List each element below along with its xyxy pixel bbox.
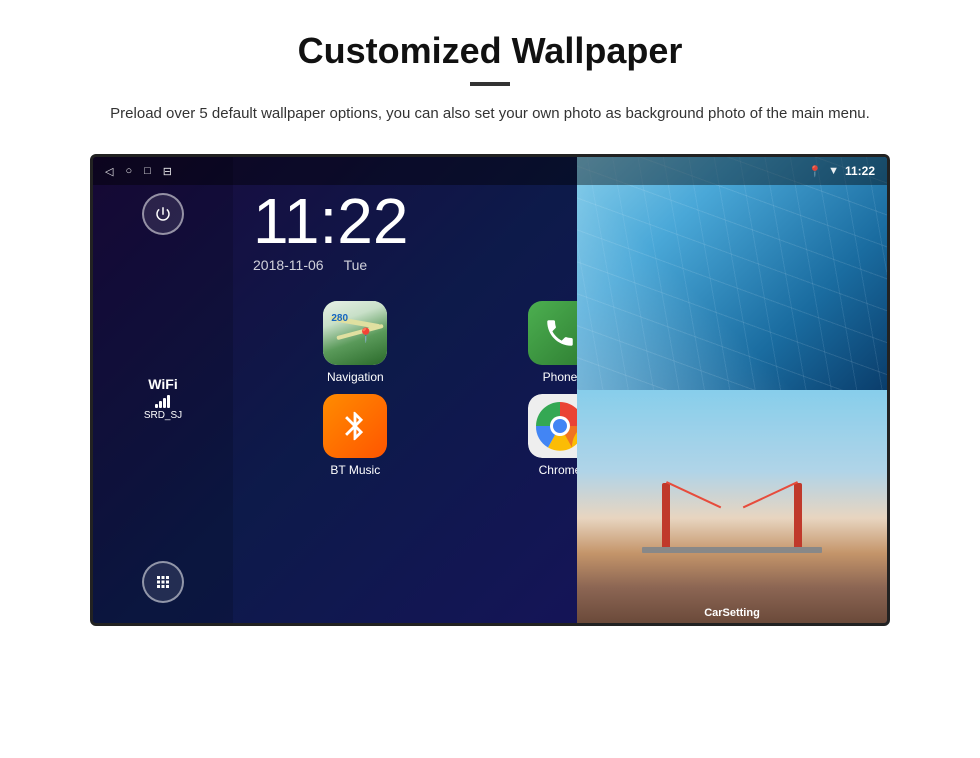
title-divider	[470, 82, 510, 86]
app-chrome-label: Chrome	[539, 463, 582, 477]
apps-button[interactable]	[142, 561, 184, 603]
page-title: Customized Wallpaper	[298, 30, 683, 72]
power-button[interactable]	[142, 193, 184, 235]
clock-day: Tue	[344, 257, 368, 273]
wallpaper-top-panel	[577, 157, 887, 390]
clock-date-row: 2018-11-06 Tue	[253, 257, 408, 273]
app-phone-label: Phone	[543, 370, 578, 384]
recent-icon[interactable]: □	[144, 165, 151, 177]
carsetting-label: CarSetting	[577, 607, 887, 619]
page-description: Preload over 5 default wallpaper options…	[110, 102, 870, 126]
bridge-structure	[632, 473, 832, 553]
app-navigation[interactable]: 280 📍 Navigation	[253, 301, 458, 384]
status-bar-right: 📍 ▼ 11:22	[808, 164, 875, 178]
home-icon[interactable]: ○	[125, 165, 132, 177]
wifi-widget: WiFi SRD_SJ	[144, 376, 182, 421]
wallpaper-bottom-panel: CarSetting	[577, 390, 887, 623]
clock-date: 2018-11-06	[253, 257, 324, 273]
wifi-icon: ▼	[828, 165, 839, 177]
screenshot-icon[interactable]: ⊟	[163, 165, 172, 178]
wallpaper-panels: CarSetting	[577, 157, 887, 623]
wifi-ssid: SRD_SJ	[144, 410, 182, 421]
app-navigation-label: Navigation	[327, 370, 384, 384]
app-bt-music[interactable]: BT Music	[253, 394, 458, 477]
android-screen: ◁ ○ □ ⊟ 📍 ▼ 11:22 WiFi SRD_SJ	[90, 154, 890, 626]
back-icon[interactable]: ◁	[105, 165, 113, 178]
status-bar-nav: ◁ ○ □ ⊟	[105, 165, 172, 178]
left-sidebar: WiFi SRD_SJ	[93, 157, 233, 623]
wifi-signal-bars	[144, 394, 182, 408]
status-bar: ◁ ○ □ ⊟ 📍 ▼ 11:22	[93, 157, 887, 185]
clock-display: 11:22	[253, 189, 408, 253]
clock-section: 11:22 2018-11-06 Tue	[253, 189, 408, 273]
location-icon: 📍	[808, 165, 822, 178]
status-time: 11:22	[845, 164, 875, 178]
app-bt-music-label: BT Music	[330, 463, 380, 477]
wifi-label: WiFi	[144, 376, 182, 392]
